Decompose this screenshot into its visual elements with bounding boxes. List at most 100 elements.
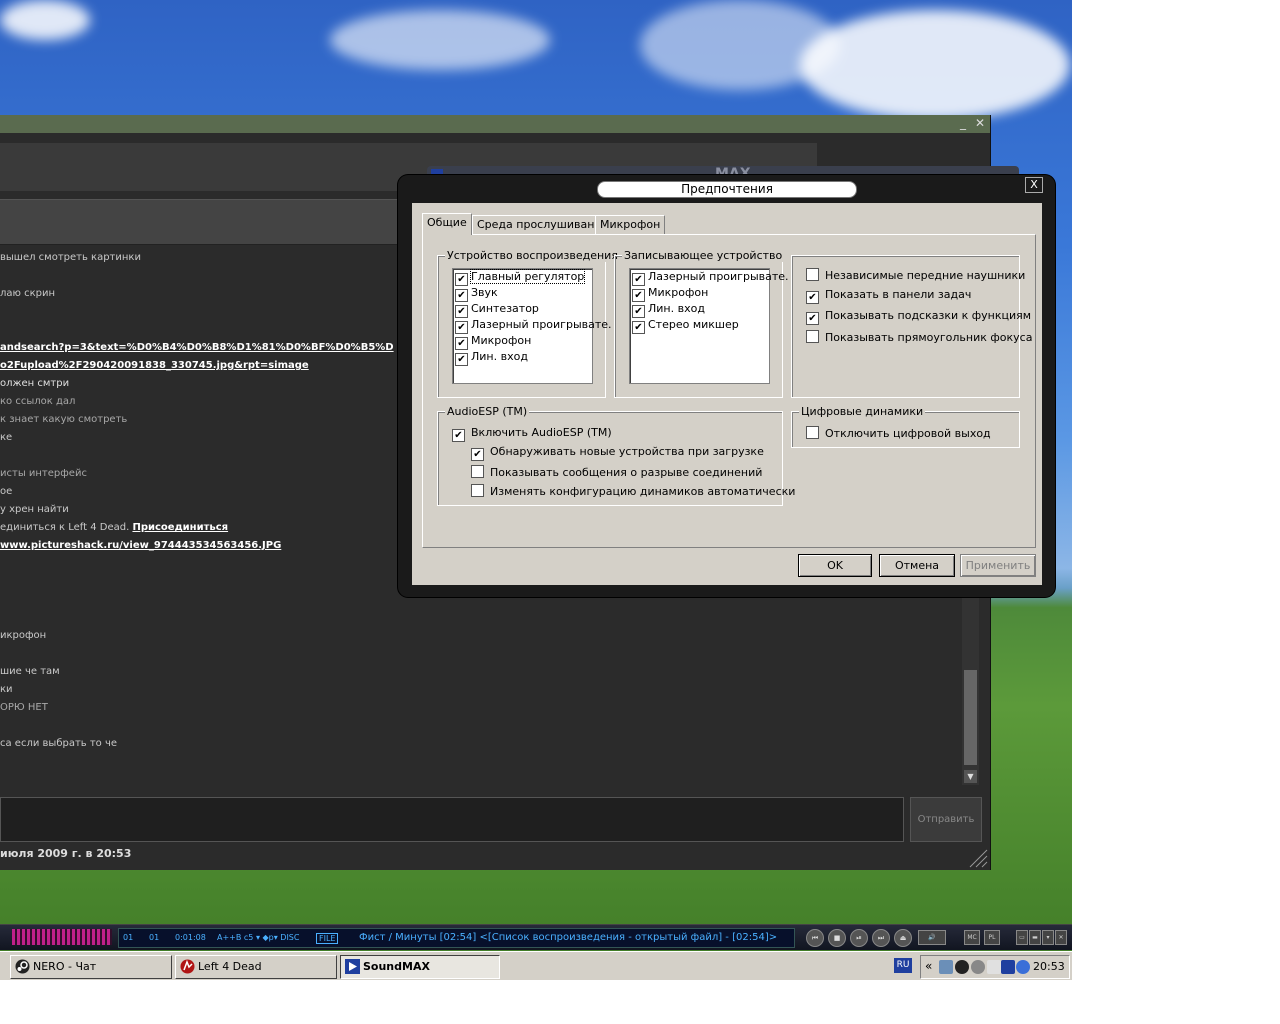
option-auto-speaker-config[interactable]: Изменять конфигурацию динамиков автомати… [471, 484, 795, 498]
language-indicator[interactable]: RU [894, 958, 912, 973]
minimize-button[interactable]: _ [960, 116, 966, 130]
option-independent-headphones[interactable]: Независимые передние наушники [806, 268, 1025, 282]
system-tray: « 20:53 [920, 955, 1070, 979]
playback-device-group: Устройство воспроизведения ✔ Главный регу… [437, 249, 620, 398]
checkbox-icon[interactable]: ✔ [806, 291, 819, 304]
join-link[interactable]: Присоединиться [132, 522, 228, 533]
network-icon[interactable] [939, 960, 953, 974]
checkbox-icon[interactable] [471, 465, 484, 478]
option-detect-new-devices[interactable]: ✔ Обнаруживать новые устройства при загру… [471, 445, 764, 461]
close-button[interactable]: ✕ [975, 116, 985, 130]
cloud [330, 10, 550, 70]
winamp-minimize-icon[interactable]: ▬ [1029, 930, 1041, 945]
winamp-bar: 01 01 0:01:08 A++B c5 ▾ ◆p▾ DISC FILE Фи… [0, 924, 1072, 950]
option-label: Показывать сообщения о разрыве соединени… [490, 466, 763, 479]
chat-message: единиться к Left 4 Dead. Присоединиться [0, 522, 228, 533]
checkbox-icon[interactable]: ✔ [632, 305, 645, 318]
list-item[interactable]: ✔ Лазерный проигрывате. [632, 270, 789, 286]
list-item[interactable]: ✔ Главный регулятор [455, 269, 586, 286]
tab-microphone[interactable]: Микрофон [595, 215, 666, 234]
list-item[interactable]: ✔ Лин. вход [632, 302, 705, 318]
checkbox-icon[interactable]: ✔ [632, 273, 645, 286]
option-label: Независимые передние наушники [825, 269, 1026, 282]
chat-message: са если выбрать то че [0, 738, 118, 749]
tab-general[interactable]: Общие [422, 213, 472, 235]
steam-tray-icon[interactable] [955, 960, 969, 974]
soundmax-icon [345, 959, 360, 974]
list-item[interactable]: ✔ Синтезатор [455, 302, 539, 318]
chat-message: у хрен найти [0, 504, 69, 515]
list-item[interactable]: ✔ Лазерный проигрывате. [455, 318, 612, 334]
checkbox-icon[interactable] [471, 484, 484, 497]
checkbox-icon[interactable]: ✔ [455, 353, 468, 366]
chat-link[interactable]: www.pictureshack.ru/view_974443534563456… [0, 540, 281, 551]
checkbox-icon[interactable]: ✔ [455, 289, 468, 302]
pl-button[interactable]: PL [984, 930, 1000, 945]
tray-app-icon[interactable] [971, 960, 985, 974]
checkbox-icon[interactable]: ✔ [452, 429, 465, 442]
chat-link[interactable]: andsearch?p=3&text=%D0%B4%D0%B8%D1%81%D0… [0, 342, 394, 353]
checkbox-icon[interactable]: ✔ [632, 289, 645, 302]
chat-message: ое [0, 486, 13, 497]
checkbox-icon[interactable] [806, 330, 819, 343]
option-show-disconnect-messages[interactable]: Показывать сообщения о разрыве соединени… [471, 465, 762, 479]
checkbox-icon[interactable]: ✔ [471, 448, 484, 461]
checkbox-icon[interactable] [806, 268, 819, 281]
winamp-track-number: 01 [123, 933, 134, 942]
winamp-close-icon[interactable]: ✕ [1055, 930, 1067, 945]
option-disable-digital-output[interactable]: Отключить цифровой выход [806, 426, 991, 440]
volume-icon[interactable]: 🔊 [918, 930, 946, 945]
open-file-icon[interactable]: ⏏ [894, 929, 912, 947]
audioesp-group: AudioESP (TM) ✔ Включить AudioESP (TM) ✔ О… [437, 405, 795, 506]
option-show-in-taskbar[interactable]: ✔ Показать в панели задач [806, 288, 971, 304]
option-enable-audioesp[interactable]: ✔ Включить AudioESP (TM) [452, 426, 612, 442]
playback-device-list[interactable]: ✔ Главный регулятор ✔ Звук ✔ Синтезатор ✔ Ла… [452, 268, 612, 384]
steam-icon [15, 959, 30, 974]
next-track-icon[interactable]: ⏭ [872, 929, 890, 947]
option-show-tooltips[interactable]: ✔ Показывать подсказки к функциям [806, 309, 1031, 325]
send-button[interactable]: Отправить [910, 797, 982, 842]
scrollbar-thumb[interactable] [964, 670, 977, 765]
resize-grip-icon[interactable] [966, 848, 988, 868]
chat-message: ке [0, 432, 13, 443]
prev-track-icon[interactable]: ⏮ [806, 929, 824, 947]
option-label: Включить AudioESP (TM) [471, 426, 612, 439]
tray-app-icon-2[interactable] [987, 960, 1001, 974]
taskbar-item-soundmax[interactable]: SoundMAX [340, 955, 500, 979]
list-item[interactable]: ✔ Микрофон [632, 286, 708, 302]
scroll-down-arrow-icon[interactable]: ▼ [964, 770, 977, 783]
soundmax-tray-icon[interactable] [1001, 960, 1015, 974]
checkbox-icon[interactable]: ✔ [455, 337, 468, 350]
option-show-focus-rect[interactable]: Показывать прямоугольник фокуса [806, 330, 1032, 344]
winamp-mode-icon[interactable]: ▭ [1016, 930, 1028, 945]
play-pause-icon[interactable]: ⏯ [850, 929, 868, 947]
list-item[interactable]: ✔ Лин. вход [455, 350, 528, 366]
list-item[interactable]: ✔ Микрофон [455, 334, 531, 350]
chat-link[interactable]: o2Fupload%2F290420091838_330745.jpg&rpt=… [0, 360, 309, 371]
cancel-button[interactable]: Отмена [879, 554, 955, 577]
list-item[interactable]: ✔ Звук [455, 286, 498, 302]
apply-button[interactable]: Применить [960, 554, 1036, 577]
general-options-group: Независимые передние наушники ✔ Показать … [791, 255, 1032, 398]
chat-message: к знает какую смотреть [0, 414, 128, 425]
checkbox-icon[interactable]: ✔ [455, 321, 468, 334]
checkbox-icon[interactable]: ✔ [806, 312, 819, 325]
mc-button[interactable]: MC [964, 930, 980, 945]
ok-button[interactable]: OK [798, 554, 872, 577]
stop-icon[interactable]: ■ [828, 929, 846, 947]
chat-message: ко ссылок дал [0, 396, 76, 407]
taskbar-item-left4dead[interactable]: Left 4 Dead [175, 955, 337, 979]
chat-message-input[interactable] [0, 797, 904, 842]
winamp-shade-icon[interactable]: ▾ [1042, 930, 1054, 945]
tray-info-icon[interactable] [1016, 960, 1030, 974]
tray-expand-icon[interactable]: « [925, 959, 932, 973]
checkbox-icon[interactable]: ✔ [455, 305, 468, 318]
checkbox-icon[interactable]: ✔ [632, 321, 645, 334]
tab-listening-environment[interactable]: Среда прослушивания [472, 215, 614, 234]
list-item[interactable]: ✔ Стерео микшер [632, 318, 739, 334]
dialog-close-button[interactable]: X [1025, 177, 1043, 193]
taskbar-item-nero-chat[interactable]: NERO - Чат [10, 955, 172, 979]
checkbox-icon[interactable] [806, 426, 819, 439]
recording-device-list[interactable]: ✔ Лазерный проигрывате. ✔ Микрофон ✔ Лин. в… [629, 268, 789, 384]
checkbox-icon[interactable]: ✔ [455, 273, 468, 286]
